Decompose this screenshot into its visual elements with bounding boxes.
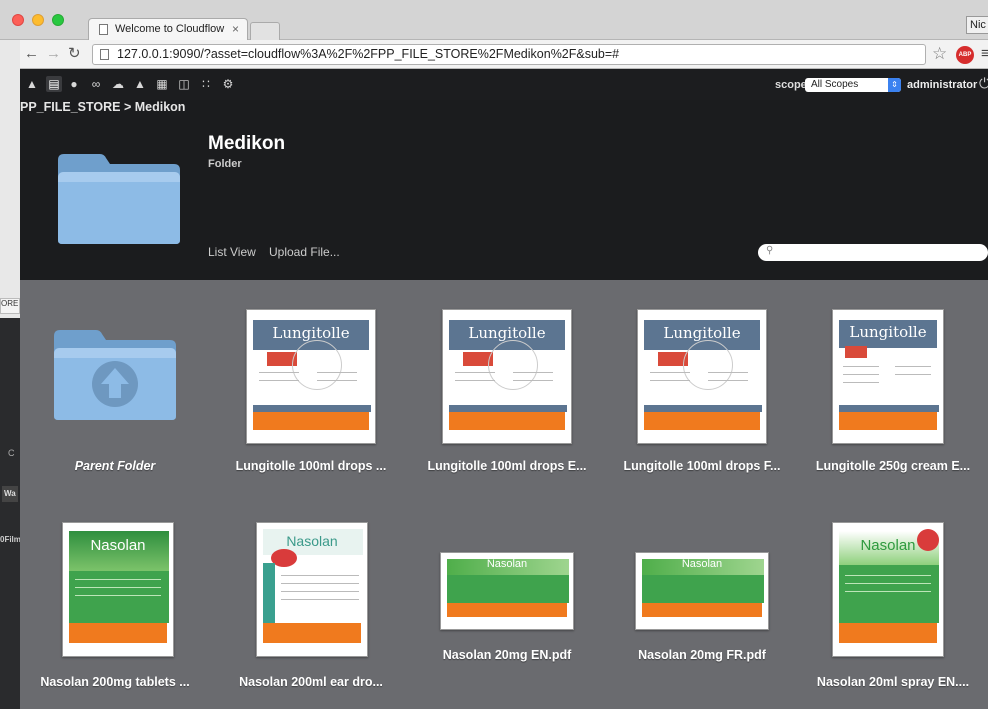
folder-icon	[56, 150, 182, 251]
adblock-icon[interactable]: ABP	[956, 46, 974, 64]
background-tab[interactable]: ORE	[0, 298, 20, 314]
gear-icon[interactable]: ⚙	[220, 76, 236, 92]
breadcrumb[interactable]: PP_FILE_STORE > Medikon	[20, 100, 185, 114]
thumbnail-title: Nasolan	[90, 537, 146, 554]
scope-select[interactable]: All Scopes ⇕	[805, 78, 901, 92]
home-icon[interactable]: ▲	[24, 76, 40, 92]
menu-icon[interactable]: ≡	[981, 45, 988, 62]
file-item[interactable]: Nasolan Nasolan 20ml spray EN....	[798, 490, 988, 700]
new-tab-button[interactable]	[250, 22, 280, 40]
database-icon[interactable]: ▤	[46, 76, 62, 92]
file-thumbnail: Nasolan	[440, 552, 574, 630]
background-text-c: C	[8, 448, 15, 458]
search-icon: ⚲	[766, 245, 774, 256]
upload-file-link[interactable]: Upload File...	[269, 245, 340, 259]
file-thumbnail: Lungitolle	[832, 309, 944, 444]
parent-folder-item[interactable]: Parent Folder	[20, 280, 210, 480]
zoom-window-button[interactable]	[52, 14, 64, 26]
power-icon[interactable]: ⏻	[979, 75, 988, 92]
file-thumbnail: Nasolan	[256, 522, 368, 657]
thumbnail-title: Lungitolle	[468, 324, 546, 342]
file-thumbnail: Nasolan	[832, 522, 944, 657]
item-label: Nasolan 200mg tablets ...	[40, 675, 190, 689]
background-button[interactable]: Wa	[2, 486, 18, 502]
columns-icon[interactable]: ◫	[176, 76, 192, 92]
minimize-window-button[interactable]	[32, 14, 44, 26]
thumbnail-title: Nasolan	[681, 558, 723, 570]
file-item[interactable]: Nasolan Nasolan 20mg EN.pdf	[412, 490, 602, 700]
tab-title: Welcome to Cloudflow	[115, 23, 225, 35]
reload-icon[interactable]: ↻	[68, 46, 81, 62]
tab-close-icon[interactable]: ×	[232, 22, 239, 36]
thumbnail-title: Lungitolle	[849, 323, 927, 341]
thumbnail-title: Lungitolle	[663, 324, 741, 342]
app-toolbar: ▲ ▤ ● ∞ ☁ ▲ ▦ ◫ ∷ ⚙ scope All Scopes ⇕ a…	[20, 70, 988, 100]
thumbnail-title: Nasolan	[286, 533, 338, 549]
thumbnail-title: Nasolan	[486, 558, 528, 570]
browser-tab[interactable]: Welcome to Cloudflow ×	[88, 18, 248, 40]
item-label: Lungitolle 100ml drops E...	[427, 459, 587, 473]
close-window-button[interactable]	[12, 14, 24, 26]
file-item[interactable]: Lungitolle Lungitolle 100ml drops F...	[607, 280, 797, 480]
file-thumbnail: Lungitolle	[246, 309, 376, 444]
item-label: Nasolan 20mg FR.pdf	[638, 648, 766, 662]
profile-button[interactable]: Nic	[966, 16, 988, 34]
file-item[interactable]: Nasolan Nasolan 200ml ear dro...	[216, 490, 406, 700]
page-icon	[99, 24, 108, 35]
folder-title: Medikon	[208, 133, 286, 154]
file-thumbnail: Nasolan	[62, 522, 174, 657]
item-label: Nasolan 200ml ear dro...	[239, 675, 383, 689]
item-label: Lungitolle 100ml drops F...	[623, 459, 781, 473]
bookmark-star-icon[interactable]: ☆	[932, 44, 947, 64]
user-icon[interactable]: ●	[66, 76, 82, 92]
link-icon[interactable]: ∞	[88, 76, 104, 92]
background-text-film: 0Film	[0, 535, 21, 544]
file-item[interactable]: Lungitolle Lungitolle 250g cream E...	[798, 280, 988, 480]
file-item[interactable]: Nasolan Nasolan 200mg tablets ...	[20, 490, 210, 700]
file-item[interactable]: Lungitolle Lungitolle 100ml drops E...	[412, 280, 602, 480]
file-item[interactable]: Lungitolle Lungitolle 100ml drops ...	[216, 280, 406, 480]
thumbnail-title: Lungitolle	[272, 324, 350, 342]
file-thumbnail: Nasolan	[635, 552, 769, 630]
background-panel	[0, 318, 20, 709]
tab-bar: Welcome to Cloudflow × Nic	[0, 0, 988, 40]
folder-header: PP_FILE_STORE > Medikon Medikon Folder L…	[20, 100, 988, 280]
file-thumbnail: Lungitolle	[442, 309, 572, 444]
folder-type: Folder	[208, 158, 242, 170]
grid-icon[interactable]: ▦	[154, 76, 170, 92]
browser-window: Welcome to Cloudflow × Nic ← → ↻ 127.0.0…	[0, 0, 988, 709]
item-label: Lungitolle 250g cream E...	[815, 459, 971, 473]
file-thumbnail: Lungitolle	[637, 309, 767, 444]
parent-folder-icon	[20, 280, 210, 425]
apps-icon[interactable]: ∷	[198, 76, 214, 92]
scope-label: scope	[775, 79, 807, 91]
item-label: Nasolan 20ml spray EN....	[816, 675, 970, 689]
user-name[interactable]: administrator	[907, 79, 977, 91]
chevron-down-icon: ⇕	[888, 78, 901, 92]
page-icon	[100, 49, 109, 60]
list-view-link[interactable]: List View	[208, 245, 256, 259]
item-label: Lungitolle 100ml drops ...	[235, 459, 387, 473]
file-item[interactable]: Nasolan Nasolan 20mg FR.pdf	[607, 490, 797, 700]
hat-icon[interactable]: ▲	[132, 76, 148, 92]
background-window: ORE C Wa 0Film	[0, 0, 21, 709]
url-text: 127.0.0.1:9090/?asset=cloudflow%3A%2F%2F…	[117, 47, 620, 61]
forward-arrow-icon[interactable]: →	[46, 46, 61, 62]
browser-toolbar: ← → ↻ 127.0.0.1:9090/?asset=cloudflow%3A…	[20, 40, 988, 69]
item-label: Nasolan 20mg EN.pdf	[442, 648, 572, 662]
item-label: Parent Folder	[74, 459, 156, 473]
scope-value: All Scopes	[811, 79, 859, 90]
search-input[interactable]: ⚲	[758, 244, 988, 261]
file-grid: Parent Folder Lungitolle Lungitolle 100m…	[20, 280, 988, 709]
back-arrow-icon[interactable]: ←	[24, 46, 39, 62]
cloud-icon[interactable]: ☁	[110, 76, 126, 92]
address-bar[interactable]: 127.0.0.1:9090/?asset=cloudflow%3A%2F%2F…	[92, 44, 926, 65]
